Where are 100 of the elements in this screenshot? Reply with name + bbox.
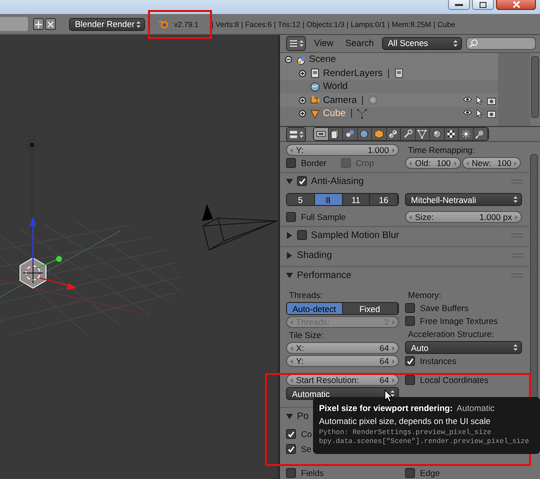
- camera-icon[interactable]: [487, 109, 496, 118]
- scrollbar[interactable]: [531, 56, 539, 118]
- sample-option[interactable]: 5: [287, 194, 315, 205]
- camera-icon[interactable]: [487, 96, 496, 105]
- increment-arrow-icon[interactable]: [392, 358, 395, 364]
- outliner-item[interactable]: Scene: [309, 54, 336, 66]
- updown-arrows-icon: [136, 20, 141, 28]
- checkbox-label: Save Buffers: [420, 303, 469, 313]
- checkbox[interactable]: [405, 375, 415, 385]
- filter-dropdown[interactable]: Mitchell-Netravali: [405, 193, 522, 206]
- panel-header[interactable]: Shading: [280, 246, 529, 263]
- camera-icon: [310, 95, 320, 106]
- decrement-arrow-icon[interactable]: [290, 148, 293, 152]
- increment-arrow-icon[interactable]: [514, 160, 518, 166]
- properties-tab[interactable]: [474, 128, 488, 140]
- checkbox[interactable]: [286, 429, 296, 439]
- checkbox[interactable]: [405, 356, 415, 366]
- decrement-arrow-icon[interactable]: [409, 160, 412, 166]
- acceleration-dropdown[interactable]: Auto: [405, 341, 522, 354]
- increment-arrow-icon[interactable]: [392, 346, 395, 350]
- expand-icon[interactable]: [298, 96, 307, 105]
- minimize-button[interactable]: [448, 0, 470, 10]
- collapse-triangle-icon[interactable]: [286, 178, 293, 184]
- mouse-cursor-icon: [384, 389, 393, 403]
- properties-tab[interactable]: [401, 128, 416, 140]
- outliner-item[interactable]: World: [323, 81, 348, 92]
- sample-option[interactable]: 16: [370, 194, 398, 205]
- decrement-arrow-icon[interactable]: [466, 160, 469, 166]
- properties-tab[interactable]: [416, 128, 430, 140]
- decrement-arrow-icon[interactable]: [290, 358, 293, 364]
- sample-option[interactable]: 11: [342, 194, 370, 205]
- checkbox[interactable]: [297, 176, 307, 186]
- expand-triangle-icon[interactable]: [286, 232, 293, 238]
- checkbox[interactable]: [405, 303, 415, 313]
- properties-tab[interactable]: [343, 128, 358, 140]
- render-engine-dropdown[interactable]: Blender Render: [69, 18, 145, 30]
- checkbox-label: Instances: [420, 356, 456, 366]
- outliner-item[interactable]: Camera: [323, 94, 357, 106]
- eye-icon[interactable]: [463, 109, 472, 116]
- checkbox[interactable]: [405, 468, 415, 478]
- object-icon: [374, 129, 384, 139]
- number-field[interactable]: Y: 1.000: [286, 144, 399, 156]
- properties-tab[interactable]: [459, 128, 474, 140]
- expand-icon[interactable]: [298, 68, 307, 78]
- number-field[interactable]: Old: 100: [405, 157, 461, 169]
- checkbox-label: Crop: [356, 158, 374, 168]
- properties-tab[interactable]: [358, 128, 372, 140]
- menu-item[interactable]: Search: [341, 38, 378, 48]
- maximize-button[interactable]: [472, 0, 494, 10]
- decrement-arrow-icon[interactable]: [409, 214, 412, 220]
- scene-drawing[interactable]: [0, 140, 180, 336]
- checkbox-label: Se: [301, 444, 312, 454]
- decrement-arrow-icon[interactable]: [290, 346, 293, 350]
- properties-tab[interactable]: [328, 128, 343, 140]
- checkbox[interactable]: [286, 158, 296, 168]
- collapse-triangle-icon[interactable]: [286, 412, 293, 420]
- checkbox[interactable]: [297, 230, 307, 240]
- scene-filter-dropdown[interactable]: All Scenes: [382, 36, 462, 50]
- camera-data-icon[interactable]: [368, 95, 378, 106]
- increment-arrow-icon[interactable]: [392, 378, 395, 382]
- number-field[interactable]: X: 64: [286, 342, 399, 354]
- mesh-data-icon[interactable]: [356, 108, 367, 119]
- eye-icon[interactable]: [463, 96, 472, 103]
- close-button[interactable]: [496, 0, 536, 10]
- collapse-icon[interactable]: [284, 55, 293, 64]
- panel-header[interactable]: Sampled Motion Blur: [280, 226, 529, 243]
- menu-item[interactable]: View: [310, 38, 338, 48]
- remove-button[interactable]: [45, 18, 56, 30]
- properties-tab[interactable]: [314, 128, 328, 140]
- collapse-triangle-icon[interactable]: [286, 272, 293, 278]
- checkbox[interactable]: [286, 444, 296, 454]
- panel-header[interactable]: Anti-Aliasing: [280, 172, 529, 189]
- checkbox[interactable]: [286, 212, 296, 222]
- number-field[interactable]: New: 100: [462, 157, 522, 169]
- thread-mode-option[interactable]: Auto-detect: [287, 303, 342, 314]
- add-button[interactable]: [33, 18, 44, 30]
- editor-type-button[interactable]: [286, 36, 306, 51]
- outliner-item[interactable]: Cube: [323, 108, 346, 120]
- search-field[interactable]: [466, 36, 536, 50]
- properties-tab[interactable]: [386, 128, 401, 140]
- name-field[interactable]: [0, 17, 28, 31]
- decrement-arrow-icon[interactable]: [290, 378, 293, 382]
- expand-icon[interactable]: [298, 109, 307, 118]
- checkbox[interactable]: [286, 468, 296, 478]
- sample-option[interactable]: 8: [314, 194, 342, 205]
- thread-mode-option[interactable]: Fixed: [342, 303, 398, 314]
- number-field[interactable]: Y: 64: [286, 355, 399, 367]
- properties-tab[interactable]: [430, 128, 444, 140]
- expand-triangle-icon[interactable]: [286, 252, 293, 258]
- increment-arrow-icon[interactable]: [454, 160, 457, 166]
- number-field[interactable]: Size: 1.000 px: [405, 211, 522, 223]
- properties-tab[interactable]: [444, 128, 459, 140]
- panel-header[interactable]: Performance: [280, 266, 529, 283]
- checkbox[interactable]: [405, 316, 415, 326]
- increment-arrow-icon[interactable]: [392, 148, 395, 152]
- render-layer-icon[interactable]: [394, 68, 404, 78]
- checkbox-label: Free Image Textures: [420, 316, 498, 326]
- number-field[interactable]: Start Resolution: 64: [286, 374, 399, 386]
- increment-arrow-icon[interactable]: [515, 214, 518, 220]
- editor-type-button[interactable]: [286, 126, 306, 142]
